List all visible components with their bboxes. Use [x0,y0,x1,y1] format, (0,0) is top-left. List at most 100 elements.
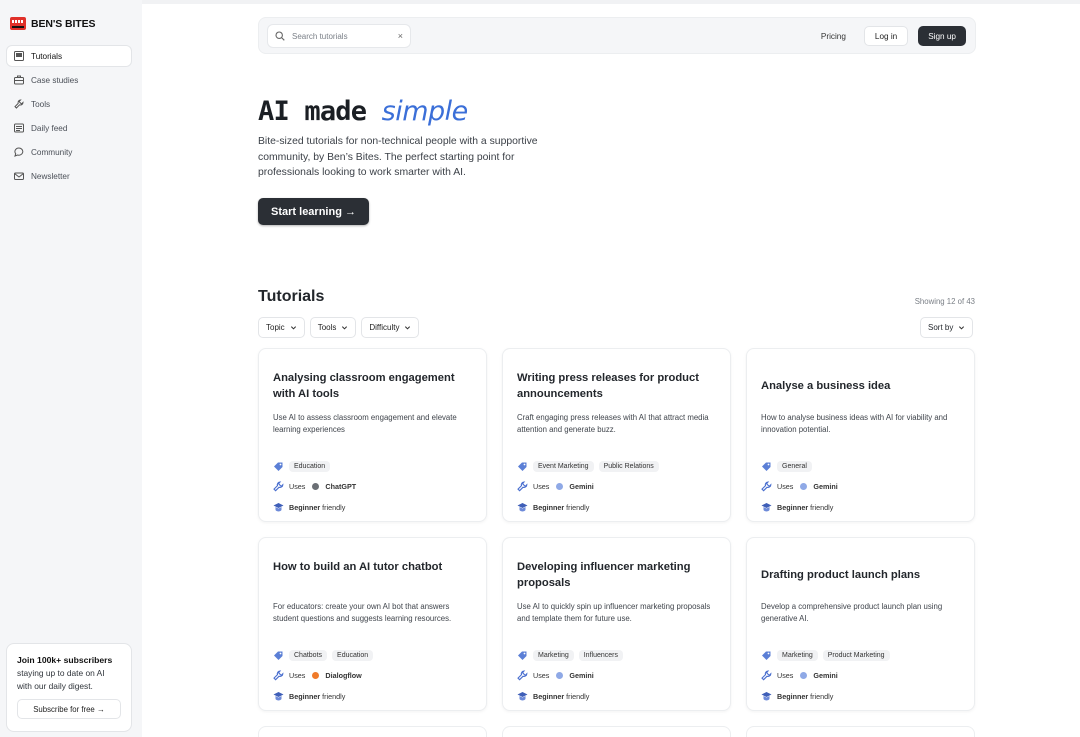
tutorial-card[interactable]: Writing press releases for product annou… [502,348,731,522]
graduation-cap-icon [273,691,284,702]
difficulty-level: Beginner [289,502,321,512]
graduation-cap-icon [517,691,528,702]
topic-tag[interactable]: Influencers [578,649,623,661]
login-button[interactable]: Log in [863,26,909,46]
uses-label: Uses [289,482,306,491]
topic-tag[interactable]: Education [289,460,331,472]
tutorial-card[interactable]: Developing influencer marketing proposal… [502,537,731,711]
sidebar-item-tools[interactable]: Tools [6,93,132,115]
tag-icon [761,650,772,661]
sort-dropdown[interactable]: Sort by [920,317,974,338]
card-title: How to build an AI tutor chatbot [273,561,443,573]
uses-label: Uses [777,482,794,491]
graduation-cap-icon [273,502,284,513]
pricing-link[interactable]: Pricing [821,32,846,41]
tool-name: Gemini [569,482,594,491]
tutorial-card-partial[interactable] [746,726,975,737]
tool-logo-icon [800,483,808,490]
wrench-icon [14,99,24,109]
signup-button[interactable]: Sign up [918,26,966,46]
hero-description: Bite-sized tutorials for non-technical p… [258,136,538,178]
topic-tag[interactable]: Chatbots [289,649,328,661]
filter-topic[interactable]: Topic [258,317,305,338]
difficulty-label: Beginner friendly [777,503,833,512]
chevron-down-icon [342,326,348,330]
topic-tag[interactable]: Marketing [777,649,818,661]
logo-icon [10,17,26,30]
card-tags-row: General [761,458,964,474]
difficulty-level: Beginner [289,691,321,701]
card-tools-row: Uses Gemini [517,668,720,684]
search-icon [275,31,285,41]
topic-tag[interactable]: Product Marketing [822,649,890,661]
tool-name: Gemini [813,482,838,491]
topic-tag[interactable]: General [777,460,812,472]
topic-tag[interactable]: Marketing [533,649,574,661]
top-divider [142,0,1080,4]
card-tools-row: Uses Dialogflow [273,668,476,684]
sidebar-item-tutorials[interactable]: Tutorials [6,45,132,67]
tutorial-card[interactable]: Drafting product launch plans Develop a c… [746,537,975,711]
filter-label: Difficulty [369,323,400,332]
card-tags-row: Marketing Product Marketing [761,647,964,663]
tutorial-card[interactable]: Analysing classroom engagement with AI t… [258,348,487,522]
tool-name: ChatGPT [325,482,357,491]
difficulty-label: Beginner friendly [533,503,589,512]
sidebar-item-newsletter[interactable]: Newsletter [6,165,132,187]
clear-search-icon[interactable]: × [398,31,403,41]
card-description: Use AI to quickly spin up influencer mar… [517,602,711,623]
tutorial-card-partial[interactable] [502,726,731,737]
wrench-icon [517,481,528,492]
tutorial-card-partial[interactable] [258,726,487,737]
difficulty-label: Beginner friendly [289,503,345,512]
card-meta: Education Uses ChatGPT Beginner friendly [273,458,476,520]
card-title: Analyse a business idea [761,380,891,392]
newspaper-icon [14,123,24,133]
hero-title: AI made simple [258,96,468,127]
sidebar-item-label: Newsletter [31,171,70,181]
tutorial-card[interactable]: How to build an AI tutor chatbot For educ… [258,537,487,711]
sidebar-item-case-studies[interactable]: Case studies [6,69,132,91]
hero-title-main: AI made [258,96,382,127]
card-meta: Marketing Influencers Uses Gemini Beginner f… [517,647,720,709]
header-actions: Pricing Log in Sign up [821,26,966,46]
card-description: Develop a comprehensive product launch p… [761,602,943,623]
topic-tag[interactable]: Event Marketing [533,460,594,472]
card-meta: Chatbots Education Uses Dialogflow Beginner … [273,647,476,709]
tutorial-card[interactable]: Analyse a business idea How to analyse bu… [746,348,975,522]
filter-tools[interactable]: Tools [309,317,357,338]
topic-tag[interactable]: Public Relations [598,460,659,472]
topic-tag[interactable]: Education [332,649,374,661]
wrench-icon [761,670,772,681]
graduation-cap-icon [517,502,528,513]
sidebar-item-daily-feed[interactable]: Daily feed [6,117,132,139]
brand-logo[interactable]: BEN'S BITES [10,17,96,30]
tutorials-heading: Tutorials [258,288,325,305]
filter-difficulty[interactable]: Difficulty [361,317,420,338]
filter-label: Tools [317,323,337,332]
card-meta: General Uses Gemini Beginner friendly [761,458,964,520]
hero-title-accent: simple [381,96,469,127]
wrench-icon [273,670,284,681]
card-level-row: Beginner friendly [273,688,476,704]
tool-logo-icon [556,672,564,679]
tool-name: Gemini [813,671,838,680]
difficulty-suffix: friendly [564,502,590,512]
search-input[interactable] [292,31,392,41]
difficulty-label: Beginner friendly [533,692,589,701]
sort-label: Sort by [928,323,954,332]
briefcase-icon [14,75,24,85]
filter-label: Topic [266,323,285,332]
start-learning-button[interactable]: Start learning → [258,198,369,225]
uses-label: Uses [533,671,550,680]
filter-bar: Topic Tools Difficulty [258,317,420,338]
tutorials-icon [14,51,24,61]
card-level-row: Beginner friendly [517,499,720,515]
card-description: Craft engaging press releases with AI th… [517,413,709,434]
subscribe-button[interactable]: Subscribe for free → [17,699,121,719]
card-description: Use AI to assess classroom engagement an… [273,413,457,434]
card-level-row: Beginner friendly [273,499,476,515]
sidebar-item-community[interactable]: Community [6,141,132,163]
card-tools-row: Uses Gemini [761,479,964,495]
search-box[interactable]: × [267,24,411,48]
